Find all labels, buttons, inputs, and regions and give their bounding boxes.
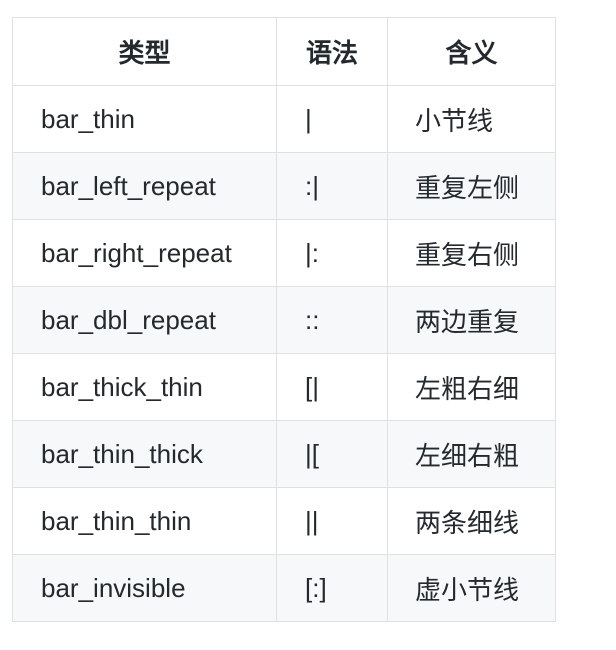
cell-meaning: 重复右侧 [387, 219, 556, 287]
header-syntax: 语法 [276, 17, 388, 86]
cell-type: bar_invisible [12, 554, 277, 622]
table-row: bar_right_repeat |: 重复右侧 [12, 219, 556, 287]
header-type: 类型 [12, 17, 277, 86]
header-meaning: 含义 [387, 17, 556, 86]
cell-meaning: 小节线 [387, 85, 556, 153]
cell-meaning: 左粗右细 [387, 353, 556, 421]
table-row: bar_thin_thick |[ 左细右粗 [12, 420, 556, 488]
table-row: bar_dbl_repeat :: 两边重复 [12, 286, 556, 354]
cell-meaning: 两条细线 [387, 487, 556, 555]
cell-type: bar_thin_thick [12, 420, 277, 488]
cell-meaning: 左细右粗 [387, 420, 556, 488]
cell-type: bar_right_repeat [12, 219, 277, 287]
cell-meaning: 虚小节线 [387, 554, 556, 622]
table-row: bar_thick_thin [| 左粗右细 [12, 353, 556, 421]
cell-syntax: | [276, 85, 388, 153]
cell-syntax: |[ [276, 420, 388, 488]
cell-type: bar_thin [12, 85, 277, 153]
cell-syntax: |: [276, 219, 388, 287]
cell-syntax: || [276, 487, 388, 555]
cell-type: bar_thick_thin [12, 353, 277, 421]
table-row: bar_thin | 小节线 [12, 85, 556, 153]
cell-type: bar_thin_thin [12, 487, 277, 555]
cell-meaning: 重复左侧 [387, 152, 556, 220]
cell-syntax: [| [276, 353, 388, 421]
barline-table: 类型 语法 含义 bar_thin | 小节线 bar_left_repeat … [12, 17, 556, 622]
table-row: bar_thin_thin || 两条细线 [12, 487, 556, 555]
table-row: bar_invisible [:] 虚小节线 [12, 554, 556, 622]
barline-table-container: 类型 语法 含义 bar_thin | 小节线 bar_left_repeat … [12, 17, 556, 622]
cell-type: bar_dbl_repeat [12, 286, 277, 354]
cell-syntax: :: [276, 286, 388, 354]
table-header-row: 类型 语法 含义 [12, 17, 556, 86]
cell-type: bar_left_repeat [12, 152, 277, 220]
cell-meaning: 两边重复 [387, 286, 556, 354]
cell-syntax: [:] [276, 554, 388, 622]
cell-syntax: :| [276, 152, 388, 220]
table-row: bar_left_repeat :| 重复左侧 [12, 152, 556, 220]
